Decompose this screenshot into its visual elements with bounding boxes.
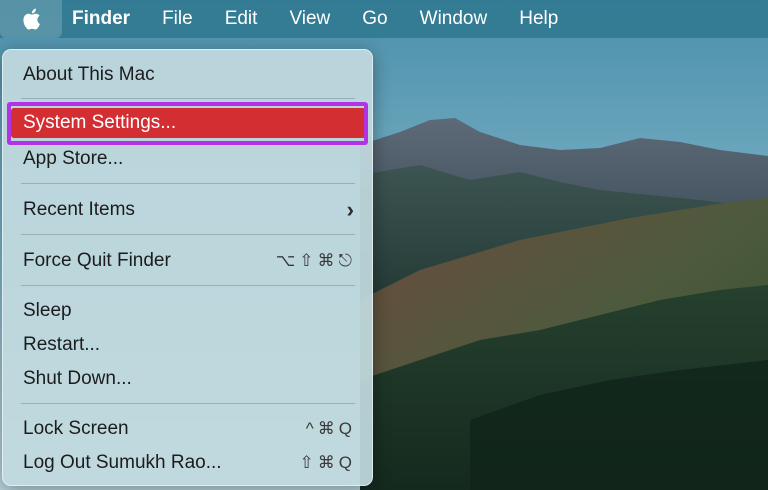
- menubar-item-go[interactable]: Go: [346, 0, 403, 38]
- menu-item-label: Force Quit Finder: [23, 250, 171, 271]
- keyboard-shortcut: ⇧ ⌘ Q: [298, 453, 354, 473]
- menu-item-label: System Settings...: [23, 112, 177, 133]
- menu-item-label: Restart...: [23, 334, 101, 355]
- menu-separator: [21, 285, 355, 286]
- menu-separator: [21, 98, 355, 99]
- menu-item-recent-items[interactable]: Recent Items ›: [11, 195, 366, 225]
- escape-key-icon: ⎋: [338, 251, 354, 270]
- menubar-item-finder[interactable]: Finder: [62, 0, 146, 38]
- apple-logo-icon: [21, 7, 41, 31]
- keyboard-shortcut: ⌥ ⇧ ⌘ ⎋: [274, 251, 354, 271]
- menubar-item-help[interactable]: Help: [503, 0, 574, 38]
- menu-item-app-store[interactable]: App Store...: [11, 144, 366, 174]
- menu-item-label: Sleep: [23, 300, 72, 321]
- menu-separator: [21, 183, 355, 184]
- command-key-icon: ⌘: [317, 453, 337, 472]
- apple-menu-dropdown: About This Mac System Settings... App St…: [2, 49, 373, 486]
- menubar-item-window[interactable]: Window: [404, 0, 504, 38]
- menu-item-label: App Store...: [23, 148, 124, 169]
- menu-item-restart[interactable]: Restart...: [11, 330, 366, 360]
- command-key-icon: ⌘: [317, 419, 337, 438]
- shift-key-icon: ⇧: [299, 251, 316, 270]
- menu-separator: [21, 234, 355, 235]
- menu-item-label: Lock Screen: [23, 418, 129, 439]
- menubar-item-view[interactable]: View: [273, 0, 346, 38]
- menu-item-log-out[interactable]: Log Out Sumukh Rao... ⇧ ⌘ Q: [11, 448, 366, 478]
- menubar-item-file[interactable]: File: [146, 0, 209, 38]
- menu-item-label: About This Mac: [23, 64, 155, 85]
- menu-item-system-settings[interactable]: System Settings...: [11, 108, 366, 138]
- q-key-icon: Q: [338, 419, 354, 438]
- keyboard-shortcut: ^ ⌘ Q: [304, 419, 354, 439]
- shift-key-icon: ⇧: [299, 453, 316, 472]
- menu-item-force-quit-finder[interactable]: Force Quit Finder ⌥ ⇧ ⌘ ⎋: [11, 246, 366, 276]
- option-key-icon: ⌥: [275, 251, 298, 270]
- apple-menu-button[interactable]: [0, 0, 62, 38]
- command-key-icon: ⌘: [317, 251, 337, 270]
- menu-bar: Finder File Edit View Go Window Help: [0, 0, 768, 38]
- menu-item-about-this-mac[interactable]: About This Mac: [11, 60, 366, 90]
- q-key-icon: Q: [338, 453, 354, 472]
- menu-separator: [21, 403, 355, 404]
- menu-item-shut-down[interactable]: Shut Down...: [11, 364, 366, 394]
- menu-item-label: Shut Down...: [23, 368, 132, 389]
- menu-item-label: Recent Items: [23, 199, 135, 220]
- menu-item-label: Log Out Sumukh Rao...: [23, 452, 222, 473]
- chevron-right-icon: ›: [346, 197, 354, 222]
- menubar-item-edit[interactable]: Edit: [209, 0, 274, 38]
- menu-item-sleep[interactable]: Sleep: [11, 296, 366, 326]
- control-key-icon: ^: [305, 419, 316, 438]
- menu-item-lock-screen[interactable]: Lock Screen ^ ⌘ Q: [11, 414, 366, 444]
